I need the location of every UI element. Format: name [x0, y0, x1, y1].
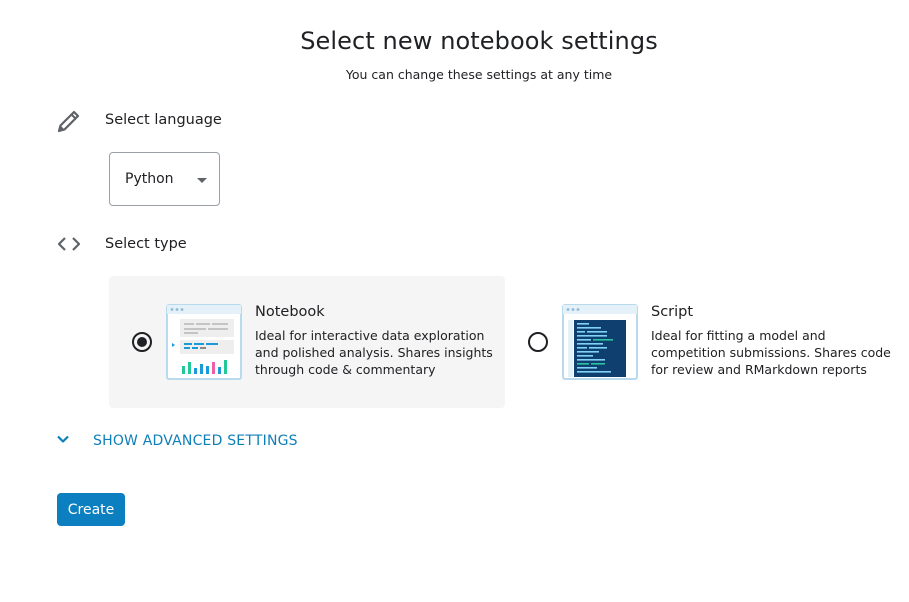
language-select-value: Python — [125, 171, 174, 187]
page-subtitle: You can change these settings at any tim… — [345, 67, 613, 82]
notebook-title: Notebook — [255, 304, 325, 320]
create-button[interactable]: Create — [57, 493, 125, 526]
type-section-label: Select type — [105, 236, 187, 252]
pencil-icon — [55, 107, 83, 135]
script-title: Script — [651, 304, 694, 320]
script-thumbnail-icon — [562, 304, 638, 380]
chevron-down-icon — [55, 431, 71, 451]
language-section-label: Select language — [105, 112, 222, 128]
language-select[interactable]: Python — [109, 152, 220, 206]
caret-down-icon — [197, 178, 207, 183]
notebook-radio[interactable] — [132, 332, 152, 352]
type-option-script[interactable]: Script Ideal for fitting a model and com… — [505, 276, 901, 408]
radio-selected-dot — [137, 337, 147, 347]
page-title: Select new notebook settings — [300, 27, 658, 55]
code-brackets-icon — [55, 230, 83, 258]
script-description: Ideal for fitting a model and competitio… — [651, 328, 891, 377]
type-option-notebook[interactable]: Notebook Ideal for interactive data expl… — [109, 276, 505, 408]
script-radio[interactable] — [528, 332, 548, 352]
notebook-thumbnail-icon — [166, 304, 242, 380]
notebook-description: Ideal for interactive data exploration a… — [255, 328, 493, 377]
advanced-settings-label: SHOW ADVANCED SETTINGS — [93, 433, 298, 449]
show-advanced-settings-toggle[interactable]: SHOW ADVANCED SETTINGS — [55, 430, 298, 452]
